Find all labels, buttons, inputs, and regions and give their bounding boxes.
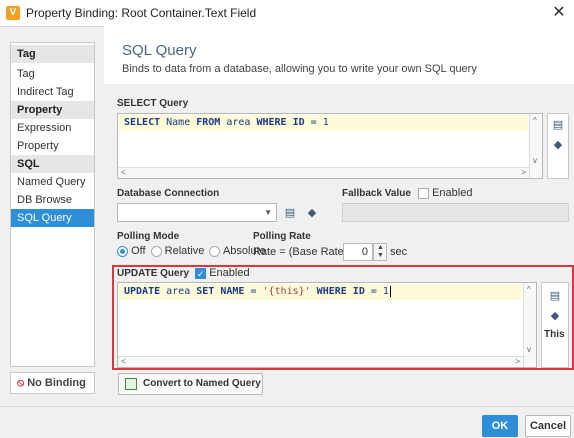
tag-icon[interactable]: ◆: [552, 138, 564, 151]
update-query-code: UPDATE area SET NAME = '{this}' WHERE ID…: [124, 286, 391, 297]
code-token: = 1: [310, 117, 329, 128]
code-token: '{this}': [262, 286, 311, 297]
polling-mode-label: Polling Mode: [117, 231, 180, 242]
scroll-left-icon[interactable]: <: [121, 168, 126, 178]
fallback-label: Fallback Value: [342, 188, 411, 199]
sidebar-item-sql-query[interactable]: SQL Query: [11, 209, 94, 227]
stepper-down-icon[interactable]: ▼: [377, 252, 384, 259]
scroll-right-icon[interactable]: >: [521, 168, 526, 178]
text-caret: [389, 286, 391, 297]
page-title: SQL Query: [122, 42, 197, 59]
select-query-label: SELECT Query: [117, 98, 189, 109]
sidebar-item-db-browse[interactable]: DB Browse: [11, 191, 94, 209]
sidebar-item-expression[interactable]: Expression: [11, 119, 94, 137]
polling-mode-relative-radio[interactable]: [150, 245, 162, 257]
window-title: Property Binding: Root Container.Text Fi…: [26, 6, 257, 20]
stepper-up-icon[interactable]: ▲: [377, 244, 384, 251]
tag-icon[interactable]: ◆: [306, 206, 318, 219]
code-token: area: [220, 117, 257, 128]
sidebar-item-named-query[interactable]: Named Query: [11, 173, 94, 191]
code-token: WHERE: [256, 117, 287, 128]
polling-rate-label: Polling Rate: [253, 231, 311, 242]
update-enabled-label: Enabled: [209, 267, 250, 279]
polling-mode-off-radio[interactable]: [117, 245, 128, 257]
sidebar-header-property: Property: [11, 101, 94, 119]
close-icon[interactable]: ✕: [549, 3, 569, 23]
sidebar-item-indirect-tag[interactable]: Indirect Tag: [11, 83, 94, 101]
code-token: WHERE: [310, 286, 347, 297]
app-logo-icon: V: [6, 6, 20, 20]
polling-rate-stepper[interactable]: ▲ ▼: [373, 243, 387, 261]
code-token: ID: [286, 117, 311, 128]
scroll-up-icon[interactable]: ^: [527, 285, 531, 295]
this-button[interactable]: This: [544, 329, 565, 340]
polling-mode-absolute-radio[interactable]: [209, 245, 221, 257]
code-token: ID: [346, 286, 371, 297]
polling-mode-off-label: Off: [131, 245, 146, 257]
select-horizontal-scrollbar[interactable]: < >: [118, 167, 529, 178]
sidebar-header-sql: SQL: [11, 155, 94, 173]
table-browse-icon[interactable]: ▤: [552, 118, 564, 131]
scroll-right-icon[interactable]: >: [515, 357, 520, 367]
page-description: Binds to data from a database, allowing …: [122, 63, 477, 75]
update-horizontal-scrollbar[interactable]: < >: [118, 356, 523, 367]
scroll-up-icon[interactable]: ^: [533, 116, 537, 126]
database-connection-label: Database Connection: [117, 188, 220, 199]
tag-icon[interactable]: ◆: [549, 309, 561, 322]
code-token: area: [160, 286, 197, 297]
binding-type-sidebar: Tag Tag Indirect Tag Property Expression…: [10, 42, 95, 367]
code-token: =: [250, 286, 263, 297]
sidebar-item-tag[interactable]: Tag: [11, 65, 94, 83]
code-token: SELECT: [124, 117, 161, 128]
database-connection-select[interactable]: ▼: [117, 203, 277, 222]
chevron-down-icon[interactable]: ▼: [264, 208, 272, 217]
select-vertical-scrollbar[interactable]: ^ v: [529, 114, 542, 178]
code-token: SET: [196, 286, 215, 297]
update-query-header: UPDATE Query ✓ Enabled: [117, 267, 250, 279]
sidebar-item-property[interactable]: Property: [11, 137, 94, 155]
no-binding-label: No Binding: [27, 377, 86, 389]
update-query-editor[interactable]: UPDATE area SET NAME = '{this}' WHERE ID…: [117, 282, 537, 368]
sidebar-header-tag: Tag: [11, 45, 94, 63]
update-query-tools: ▤ ◆ This: [541, 282, 569, 368]
no-binding-button[interactable]: ⦸ No Binding: [10, 372, 95, 394]
polling-rate-unit: sec: [390, 246, 408, 258]
no-binding-icon: ⦸: [17, 377, 25, 389]
polling-mode-relative-label: Relative: [164, 245, 205, 257]
select-query-editor[interactable]: SELECT Name FROM area WHERE ID = 1 ^ v <…: [117, 113, 543, 179]
update-enabled-checkbox[interactable]: ✓: [195, 267, 207, 279]
convert-to-named-query-button[interactable]: Convert to Named Query: [118, 373, 263, 395]
code-token: FROM: [196, 117, 221, 128]
scroll-down-icon[interactable]: v: [527, 345, 531, 355]
table-browse-icon[interactable]: ▤: [284, 206, 296, 219]
table-browse-icon[interactable]: ▤: [549, 289, 561, 302]
fallback-row: Fallback Value Enabled: [342, 187, 472, 199]
scroll-down-icon[interactable]: v: [533, 156, 537, 166]
fallback-enabled-label: Enabled: [432, 187, 473, 199]
polling-mode-options: Off Relative Absolute: [117, 245, 266, 257]
code-token: UPDATE: [124, 286, 161, 297]
code-token: Name: [160, 117, 197, 128]
named-query-icon: [125, 378, 137, 390]
ok-button[interactable]: OK: [482, 415, 518, 437]
select-query-code: SELECT Name FROM area WHERE ID = 1: [124, 117, 329, 128]
scroll-left-icon[interactable]: <: [121, 357, 126, 367]
fallback-enabled-checkbox[interactable]: [418, 187, 429, 199]
select-query-tools: ▤ ◆: [547, 113, 569, 179]
cancel-button[interactable]: Cancel: [525, 415, 571, 437]
update-query-label: UPDATE Query: [117, 268, 190, 279]
polling-rate-input[interactable]: 0: [343, 243, 373, 261]
update-vertical-scrollbar[interactable]: ^ v: [523, 283, 536, 367]
code-token: NAME: [214, 286, 251, 297]
code-token: = 1: [370, 286, 389, 297]
fallback-value-field[interactable]: [342, 203, 569, 222]
polling-rate-value: 0: [361, 246, 368, 258]
